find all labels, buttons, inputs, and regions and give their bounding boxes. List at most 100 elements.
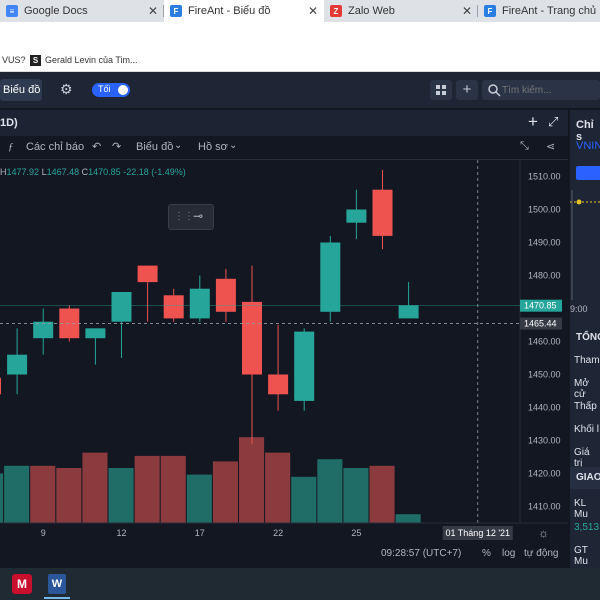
undo-icon[interactable]: ↶	[92, 140, 101, 153]
chart-window-title: 1D) + ⤢	[0, 110, 568, 136]
y-tick-label: 1450.00	[528, 370, 561, 380]
volume-bar	[369, 465, 395, 523]
volume-bar	[82, 452, 108, 523]
volume-bar	[291, 476, 317, 523]
volume-bar	[265, 452, 291, 523]
candle-body	[33, 321, 54, 339]
close-icon[interactable]: ✕	[462, 4, 472, 18]
candle-body	[137, 265, 158, 283]
volume-bar	[212, 461, 238, 523]
candle-body	[215, 278, 236, 312]
candle-body	[372, 189, 393, 236]
candle-body	[163, 295, 184, 319]
auto-toggle[interactable]: tự động	[524, 548, 559, 559]
chevron-down-icon: ⌄	[174, 140, 183, 151]
y-tick-label: 1430.00	[528, 436, 561, 446]
summary-row-value: Giá trị	[574, 447, 590, 469]
candle-body	[320, 242, 341, 312]
tab-label: Google Docs	[24, 5, 88, 17]
bookmark-gerald-levin[interactable]: Gerald Levin của Tim...	[45, 55, 138, 65]
tab-label: Zalo Web	[348, 5, 395, 17]
volume-bar	[134, 455, 160, 523]
search-icon	[488, 84, 501, 97]
fireant-icon: F	[484, 5, 496, 17]
word-icon[interactable]: W	[48, 574, 66, 594]
chart-menu-button[interactable]: Biểu đồ	[136, 141, 173, 153]
bookmarks-bar: VUS? S Gerald Levin của Tim...	[0, 50, 600, 72]
log-toggle[interactable]: log	[502, 548, 515, 559]
close-icon[interactable]: ✕	[308, 4, 318, 18]
fullscreen-icon[interactable]: ⤡	[520, 140, 529, 153]
volume-bar	[30, 465, 56, 523]
last-price-label: 1470.85	[524, 301, 557, 311]
volume-bar	[343, 468, 369, 523]
chevron-down-icon: ⌄	[229, 140, 238, 151]
candle-body	[111, 292, 132, 322]
summary-row-volume: Khối l	[574, 424, 600, 435]
add-button[interactable]: +	[456, 80, 478, 100]
gear-icon[interactable]: ⚙	[60, 81, 73, 98]
os-taskbar: M W	[0, 568, 600, 600]
volume-bar	[4, 465, 30, 523]
plus-icon: +	[462, 81, 472, 98]
bookmark-vus[interactable]: VUS?	[2, 55, 26, 65]
toggle-knob	[118, 85, 128, 95]
share-icon[interactable]: ⋖	[546, 140, 555, 153]
function-icon: ƒ	[8, 141, 14, 153]
profile-menu-button[interactable]: Hồ sơ	[198, 141, 228, 153]
volume-bar	[239, 437, 265, 523]
zalo-icon: Z	[330, 5, 342, 17]
active-app-indicator	[44, 597, 70, 599]
gt-label: GT Mu	[574, 545, 588, 567]
indicators-button[interactable]: Các chỉ báo	[26, 141, 84, 153]
candle-body	[242, 301, 262, 375]
plus-icon[interactable]: +	[528, 112, 538, 132]
candlestick-chart[interactable]: 1410.00 1420.00 1430.00 1440.00 1450.00 1460.…	[0, 160, 568, 545]
candle-body	[268, 374, 289, 395]
x-tick-label: 17	[195, 528, 205, 538]
mcafee-icon[interactable]: M	[12, 574, 32, 594]
crosshair-date-label: 01 Tháng 12 '21	[445, 528, 510, 538]
theme-toggle[interactable]: Tối	[92, 83, 130, 97]
x-tick-label: 12	[116, 528, 126, 538]
volume-bar	[0, 473, 4, 523]
expand-icon[interactable]: ⤢	[548, 114, 558, 130]
chart-nav-button[interactable]: Biểu đồ	[0, 79, 42, 101]
redo-icon[interactable]: ↷	[112, 140, 121, 153]
close-icon[interactable]: ✕	[148, 4, 158, 18]
trade-section-title: GIAO	[576, 472, 600, 483]
search-box[interactable]	[482, 80, 600, 100]
y-tick-label: 1490.00	[528, 238, 561, 248]
search-input[interactable]	[502, 82, 596, 98]
grid-icon	[436, 85, 446, 95]
tab-fireant-chart[interactable]: F FireAnt - Biểu đồ ✕	[164, 0, 324, 22]
intraday-mini-chart	[570, 190, 600, 300]
x-tick-label: 9	[41, 528, 46, 538]
candle-body	[85, 328, 106, 339]
layout-grid-button[interactable]	[430, 80, 452, 100]
volume-bar	[395, 514, 421, 523]
panel-action-button[interactable]	[576, 166, 600, 180]
candle-body	[7, 354, 28, 375]
summary-row-low: Thấp	[574, 401, 597, 412]
y-tick-label: 1440.00	[528, 403, 561, 413]
panel-symbol[interactable]: VNIN	[576, 140, 600, 152]
tab-google-docs[interactable]: ≡ Google Docs ✕	[0, 0, 164, 22]
y-tick-label: 1460.00	[528, 337, 561, 347]
x-tick-label: 25	[351, 528, 361, 538]
kl-value: 3,513	[574, 522, 600, 533]
volume-bar	[186, 474, 212, 523]
y-tick-label: 1410.00	[528, 502, 561, 512]
summary-row-reference: Tham	[574, 355, 600, 366]
tab-fireant-home[interactable]: F FireAnt - Trang chủ	[478, 0, 600, 22]
tab-zalo-web[interactable]: Z Zalo Web ✕	[324, 0, 478, 22]
address-bar-area	[0, 22, 600, 50]
mini-chart-time-tick: 9:00	[570, 304, 588, 314]
candle-body	[0, 377, 1, 395]
fireant-icon: F	[170, 5, 182, 17]
price-axis-background	[520, 160, 568, 545]
tab-label: FireAnt - Trang chủ	[502, 5, 597, 17]
percent-toggle[interactable]: %	[482, 548, 491, 559]
summary-section-title: TỔNG	[576, 332, 600, 343]
crosshair-price-label: 1465.44	[524, 319, 557, 329]
